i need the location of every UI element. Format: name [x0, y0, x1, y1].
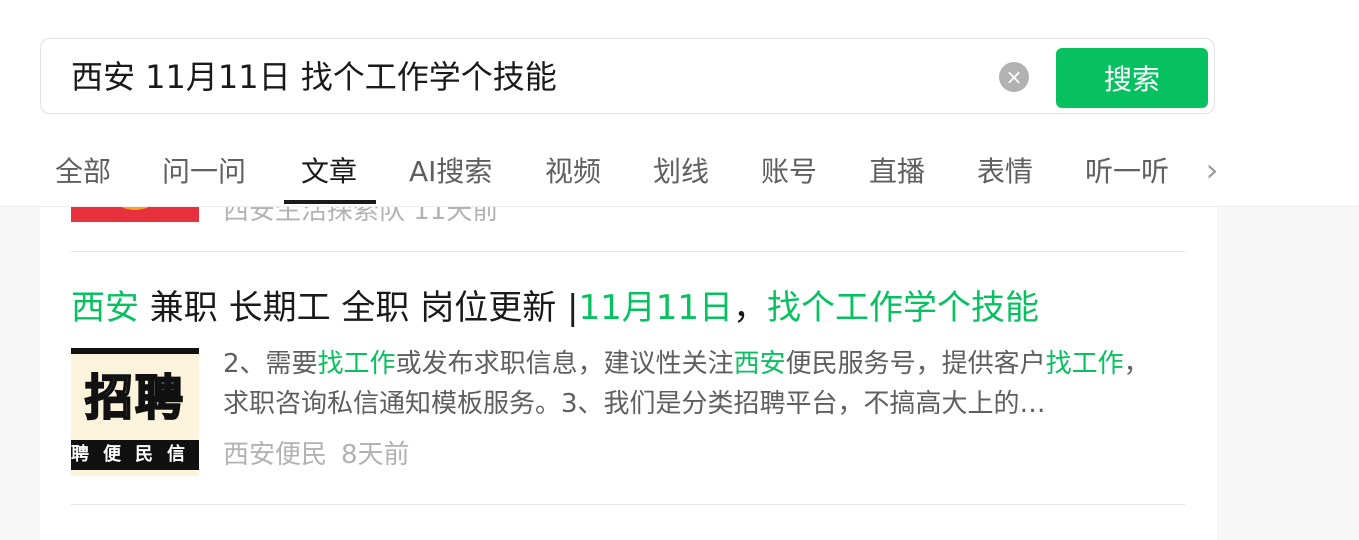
results-list: 西安生活探索队 11天前 西安 兼职 长期工 全职 岗位更新 |11月11日，找… — [40, 180, 1217, 540]
filter-tabs: 全部 问一问 文章 AI搜索 视频 划线 账号 直播 表情 听一听 — [0, 140, 1230, 206]
close-icon: × — [1005, 65, 1023, 89]
snippet-text: 2、需要 — [223, 349, 318, 379]
tab-videos[interactable]: 视频 — [545, 150, 601, 190]
search-box: × 搜索 — [40, 38, 1215, 114]
search-header: × 搜索 全部 问一问 文章 AI搜索 视频 划线 账号 直播 表情 听一听 › — [0, 0, 1359, 207]
result-source[interactable]: 西安便民 — [223, 440, 327, 470]
divider — [71, 251, 1185, 252]
title-text: 兼职 长期工 全职 岗位更新 | — [139, 288, 579, 328]
tab-stickers[interactable]: 表情 — [977, 150, 1033, 190]
snippet-text: 便民服务号，提供客户 — [785, 349, 1046, 379]
divider — [71, 504, 1185, 505]
title-highlight: 11月11日 — [578, 288, 734, 328]
active-tab-indicator — [284, 200, 376, 204]
search-button[interactable]: 搜索 — [1056, 48, 1208, 108]
thumbnail-big-text: 招聘 — [84, 369, 185, 427]
clear-search-button[interactable]: × — [999, 62, 1029, 92]
title-highlight: 西安 — [71, 288, 139, 328]
snippet-text: 或发布求职信息，建议性关注 — [395, 349, 734, 379]
result-time: 8天前 — [341, 440, 410, 470]
tab-listen[interactable]: 听一听 — [1085, 150, 1169, 190]
snippet-highlight: 找工作 — [317, 349, 396, 379]
snippet-highlight: 找工作 — [1045, 349, 1124, 379]
title-text: ， — [733, 288, 768, 328]
chevron-right-icon: › — [1205, 151, 1219, 189]
search-input[interactable] — [71, 57, 971, 97]
result-snippet: 2、需要找工作或发布求职信息，建议性关注西安便民服务号，提供客户找工作，求职咨询… — [223, 344, 1173, 424]
tab-highlights[interactable]: 划线 — [653, 150, 709, 190]
tab-all[interactable]: 全部 — [55, 150, 111, 190]
tab-articles[interactable]: 文章 — [301, 150, 357, 190]
title-highlight: 找个工作学个技能 — [767, 288, 1040, 328]
tab-live[interactable]: 直播 — [869, 150, 925, 190]
tab-accounts[interactable]: 账号 — [761, 150, 817, 190]
tab-ai-search[interactable]: AI搜索 — [409, 150, 492, 190]
result-title[interactable]: 西安 兼职 长期工 全职 岗位更新 |11月11日，找个工作学个技能 — [71, 280, 1039, 329]
snippet-highlight: 西安 — [733, 349, 786, 379]
thumbnail-band-text: 聘便民信 — [71, 440, 199, 470]
result-meta: 西安便民 8天前 — [223, 434, 410, 471]
tab-ask[interactable]: 问一问 — [162, 150, 246, 190]
tabs-more-button[interactable]: › — [1192, 150, 1232, 190]
result-thumbnail[interactable]: 招聘 聘便民信 — [71, 348, 199, 476]
